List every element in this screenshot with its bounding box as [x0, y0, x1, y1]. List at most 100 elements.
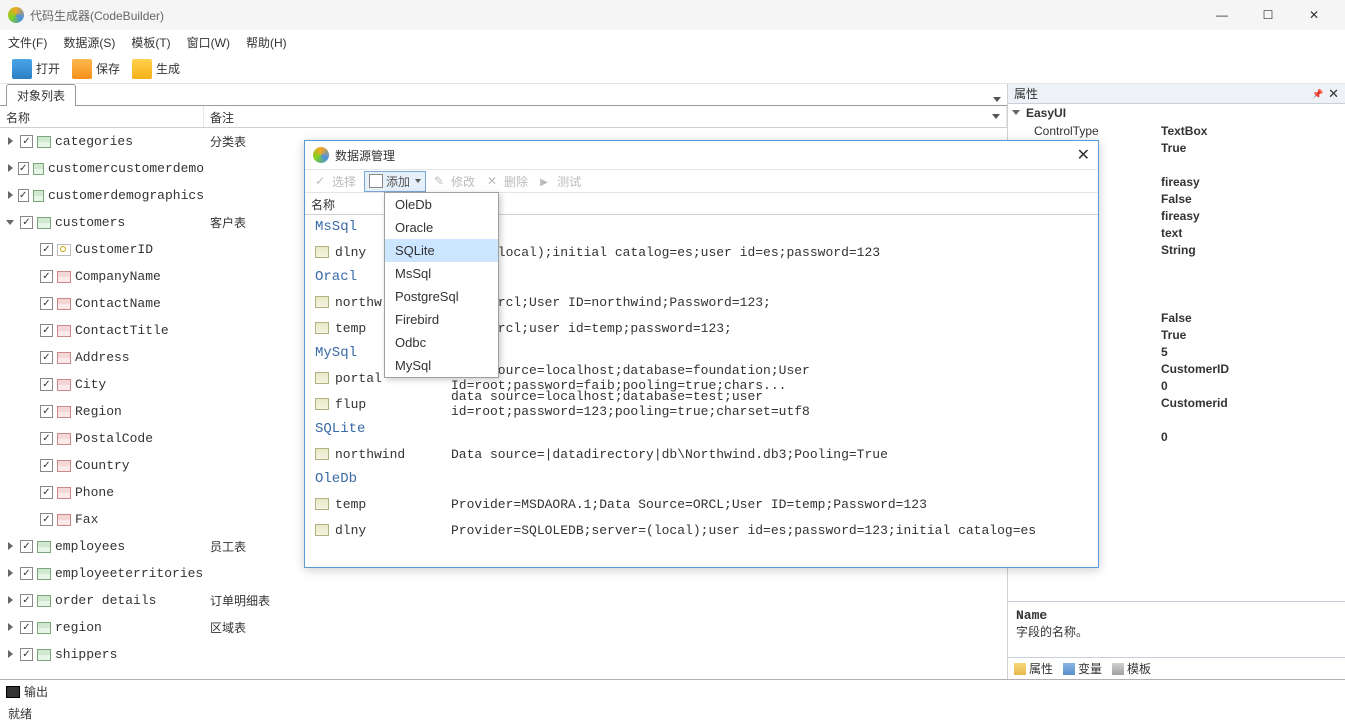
property-value: TextBox: [1161, 124, 1345, 138]
column-icon: [57, 325, 71, 337]
dialog-close-button[interactable]: ✕: [1077, 145, 1090, 165]
delete-button[interactable]: 删除: [483, 172, 532, 191]
titlebar: 代码生成器(CodeBuilder) — ☐ ✕: [0, 0, 1345, 30]
table-remark: 区域表: [204, 619, 1007, 636]
checkbox[interactable]: [40, 351, 53, 364]
connection-string: Provider=SQLOLEDB;server=(local);user id…: [445, 523, 1098, 538]
tab-variables[interactable]: 变量: [1063, 660, 1102, 677]
output-bar[interactable]: 输出: [0, 679, 1345, 703]
column-icon: [57, 514, 71, 526]
test-button[interactable]: 测试: [536, 172, 585, 191]
play-icon: [540, 174, 554, 188]
menu-item-odbc[interactable]: Odbc: [385, 331, 498, 354]
menu-file[interactable]: 文件(F): [8, 34, 47, 51]
output-icon: [6, 686, 20, 698]
expand-icon[interactable]: [6, 623, 16, 633]
edit-button[interactable]: 修改: [430, 172, 479, 191]
status-bar: 就绪: [0, 703, 1345, 721]
checkbox[interactable]: [20, 216, 33, 229]
property-category[interactable]: EasyUI: [1008, 104, 1345, 122]
column-name: Country: [75, 458, 130, 473]
menu-item-postgresql[interactable]: PostgreSql: [385, 285, 498, 308]
menu-item-mysql[interactable]: MySql: [385, 354, 498, 377]
expand-icon[interactable]: [6, 569, 16, 579]
checkbox[interactable]: [20, 648, 33, 661]
minimize-button[interactable]: —: [1199, 0, 1245, 30]
desc-label: Name: [1016, 608, 1337, 623]
expand-icon[interactable]: [6, 164, 14, 174]
datasource-row[interactable]: tempProvider=MSDAORA.1;Data Source=ORCL;…: [305, 491, 1098, 517]
column-icon: [57, 487, 71, 499]
checkbox[interactable]: [40, 324, 53, 337]
tab-properties[interactable]: 属性: [1014, 660, 1053, 677]
property-row[interactable]: ControlTypeTextBox: [1008, 122, 1345, 139]
property-value: 5: [1161, 345, 1345, 359]
checkbox[interactable]: [20, 567, 33, 580]
checkbox[interactable]: [18, 189, 29, 202]
add-button[interactable]: 添加: [364, 171, 426, 192]
table-row[interactable]: region区域表: [0, 614, 1007, 641]
connection-string: Provider=MSDAORA.1;Data Source=ORCL;User…: [445, 497, 1098, 512]
checkbox[interactable]: [40, 486, 53, 499]
menu-item-firebird[interactable]: Firebird: [385, 308, 498, 331]
menu-datasource[interactable]: 数据源(S): [63, 34, 115, 51]
menu-template[interactable]: 模板(T): [131, 34, 170, 51]
datasource-row[interactable]: northwindData source=|datadirectory|db\N…: [305, 441, 1098, 467]
database-icon: [315, 246, 329, 258]
menu-item-mssql[interactable]: MsSql: [385, 262, 498, 285]
expand-icon[interactable]: [6, 191, 14, 201]
checkbox[interactable]: [20, 540, 33, 553]
generate-button[interactable]: 生成: [128, 57, 184, 81]
table-row[interactable]: shippers: [0, 641, 1007, 668]
expand-icon[interactable]: [6, 218, 16, 228]
expand-icon[interactable]: [6, 596, 16, 606]
desc-text: 字段的名称。: [1016, 623, 1337, 640]
output-label: 输出: [24, 683, 48, 700]
checkbox[interactable]: [40, 459, 53, 472]
menu-item-sqlite[interactable]: SQLite: [385, 239, 498, 262]
toolbar: 打开 保存 生成: [0, 54, 1345, 84]
checkbox[interactable]: [40, 405, 53, 418]
datasource-name: northwind: [335, 447, 405, 462]
checkbox[interactable]: [20, 621, 33, 634]
column-icon: [57, 406, 71, 418]
checkbox[interactable]: [40, 378, 53, 391]
expand-icon[interactable]: [6, 542, 16, 552]
pin-icon[interactable]: [1312, 86, 1322, 96]
open-button[interactable]: 打开: [8, 57, 64, 81]
datasource-row[interactable]: dlnyProvider=SQLOLEDB;server=(local);use…: [305, 517, 1098, 543]
menu-item-oracle[interactable]: Oracle: [385, 216, 498, 239]
object-list-tab[interactable]: 对象列表: [6, 84, 76, 106]
menu-help[interactable]: 帮助(H): [246, 34, 287, 51]
column-name[interactable]: 名称: [0, 106, 204, 127]
checkbox[interactable]: [40, 432, 53, 445]
column-remark[interactable]: 备注: [204, 106, 1007, 127]
tab-dropdown-icon[interactable]: [993, 97, 1001, 102]
tab-templates[interactable]: 模板: [1112, 660, 1151, 677]
table-row[interactable]: order details订单明细表: [0, 587, 1007, 614]
checkbox[interactable]: [18, 162, 29, 175]
expand-icon[interactable]: [1012, 108, 1022, 118]
checkbox[interactable]: [40, 297, 53, 310]
checkbox[interactable]: [40, 513, 53, 526]
table-name: customercustomerdemo: [48, 161, 204, 176]
column-icon: [57, 298, 71, 310]
datasource-name: temp: [335, 321, 366, 336]
menu-window[interactable]: 窗口(W): [187, 34, 230, 51]
checkbox[interactable]: [40, 270, 53, 283]
menu-item-oledb[interactable]: OleDb: [385, 193, 498, 216]
checkbox[interactable]: [40, 243, 53, 256]
column-name: CompanyName: [75, 269, 161, 284]
maximize-button[interactable]: ☐: [1245, 0, 1291, 30]
select-button[interactable]: 选择: [311, 172, 360, 191]
panel-close-icon[interactable]: ✕: [1328, 86, 1339, 102]
checkbox[interactable]: [20, 135, 33, 148]
property-key: ControlType: [1008, 124, 1161, 138]
expand-icon[interactable]: [6, 650, 16, 660]
datasource-row[interactable]: flupdata source=localhost;database=test;…: [305, 391, 1098, 417]
close-button[interactable]: ✕: [1291, 0, 1337, 30]
column-name: Phone: [75, 485, 114, 500]
save-button[interactable]: 保存: [68, 57, 124, 81]
checkbox[interactable]: [20, 594, 33, 607]
expand-icon[interactable]: [6, 137, 16, 147]
